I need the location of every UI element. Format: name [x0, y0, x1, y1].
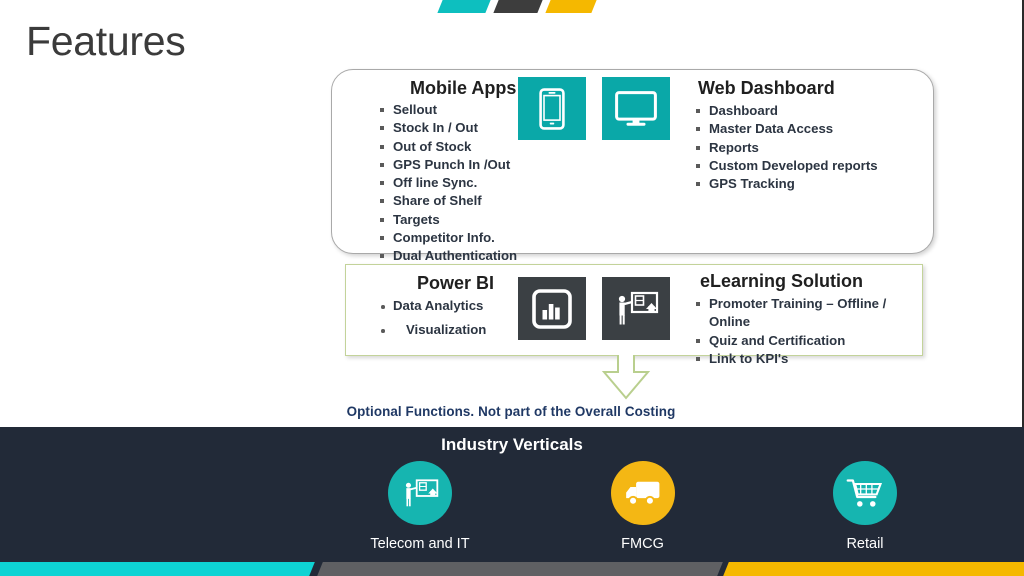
retail-icon-circle — [833, 461, 897, 525]
deco-bar-teal-icon — [437, 0, 491, 13]
ribbon-segment-yellow-icon — [723, 562, 1024, 576]
elearning-list: Promoter Training – Offline / Online Qui… — [694, 295, 924, 368]
vertical-item-fmcg[interactable]: FMCG — [553, 461, 733, 552]
list-item: Out of Stock — [378, 138, 558, 156]
desktop-monitor-icon — [615, 90, 657, 126]
bar-chart-tile — [518, 277, 586, 340]
slide-canvas: Features Mobile Apps Sellout Stock In / … — [0, 0, 1024, 576]
list-item: Share of Shelf — [378, 192, 558, 210]
vertical-label: Retail — [846, 536, 884, 552]
list-item: Promoter Training – Offline / Online — [694, 295, 924, 332]
mobile-phone-tile — [518, 77, 586, 140]
industry-verticals-row: Telecom and IT FMCG Retail — [330, 461, 955, 552]
list-item: Master Data Access — [694, 120, 924, 138]
page-title: Features — [26, 18, 186, 64]
vertical-label: FMCG — [621, 536, 664, 552]
list-item: Visualization — [378, 322, 533, 338]
delivery-truck-icon — [625, 481, 659, 506]
fmcg-icon-circle — [610, 461, 675, 525]
web-dashboard-heading: Web Dashboard — [698, 78, 835, 98]
vertical-label: Telecom and IT — [370, 536, 470, 552]
telecom-icon-circle — [388, 461, 452, 525]
ribbon-segment-gray-icon — [317, 562, 723, 576]
training-presentation-icon — [405, 478, 439, 506]
optional-functions-note: Optional Functions. Not part of the Over… — [346, 404, 676, 419]
list-item: GPS Punch In /Out — [378, 156, 558, 174]
vertical-item-retail[interactable]: Retail — [775, 461, 955, 552]
desktop-monitor-tile — [602, 77, 670, 140]
list-item: GPS Tracking — [694, 175, 924, 193]
list-item: Off line Sync. — [378, 174, 558, 192]
list-item: Custom Developed reports — [694, 157, 924, 175]
deco-bar-dark-icon — [493, 0, 543, 13]
power-bi-block: Power BI Data Analytics Visualization — [378, 273, 533, 346]
vertical-item-telecom[interactable]: Telecom and IT — [330, 461, 510, 552]
training-presentation-tile — [602, 277, 670, 340]
list-item: Data Analytics — [378, 298, 533, 314]
ribbon-segment-teal-icon — [0, 562, 315, 576]
industry-verticals-title: Industry Verticals — [441, 435, 583, 454]
list-item: Competitor Info. — [378, 229, 558, 247]
power-bi-list: Data Analytics Visualization — [378, 298, 533, 338]
elearning-heading: eLearning Solution — [700, 271, 864, 291]
list-item: Reports — [694, 139, 924, 157]
list-item: Link to KPI's — [694, 350, 924, 368]
bar-chart-icon — [532, 288, 572, 329]
list-item: Dual Authentication — [378, 247, 558, 265]
elearning-block: eLearning Solution Promoter Training – O… — [694, 271, 924, 368]
top-decoration — [437, 0, 597, 13]
mobile-phone-icon — [539, 87, 565, 130]
bottom-ribbon — [0, 557, 1024, 576]
shopping-cart-icon — [846, 478, 883, 507]
training-presentation-icon — [618, 291, 659, 324]
industry-verticals-band: Industry Verticals Telecom and IT FMCG R… — [0, 427, 1024, 557]
web-dashboard-block: Web Dashboard Dashboard Master Data Acce… — [694, 78, 924, 193]
list-item: Dashboard — [694, 102, 924, 120]
list-item: Quiz and Certification — [694, 332, 924, 350]
web-dashboard-list: Dashboard Master Data Access Reports Cus… — [694, 102, 924, 193]
power-bi-heading: Power BI — [416, 273, 495, 293]
down-arrow-icon — [601, 355, 651, 400]
deco-bar-yellow-icon — [545, 0, 597, 13]
list-item: Targets — [378, 211, 558, 229]
